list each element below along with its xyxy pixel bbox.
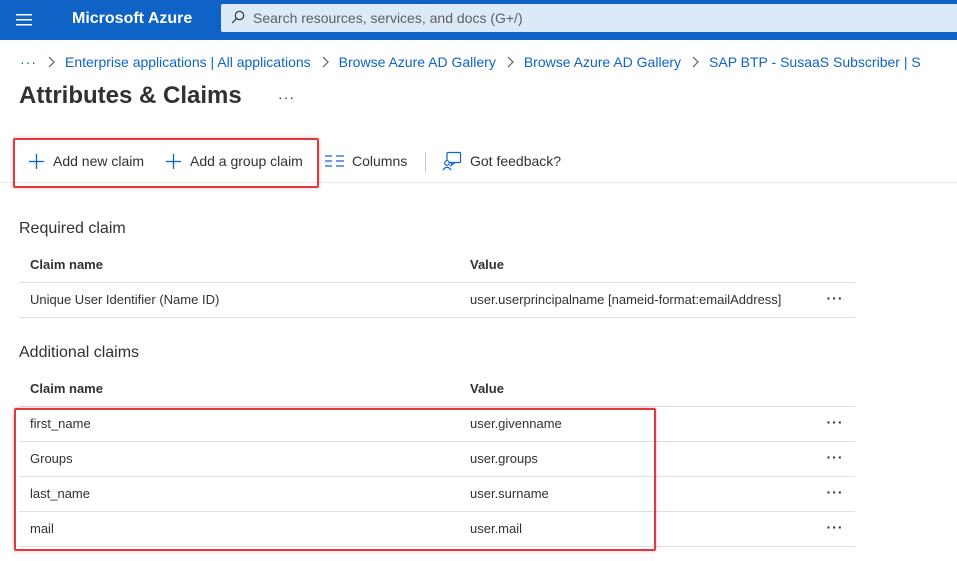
got-feedback-label: Got feedback? [470, 153, 562, 169]
table-row[interactable]: Groups user.groups ··· [19, 442, 855, 477]
hamburger-menu-button[interactable] [8, 6, 40, 34]
add-group-claim-button[interactable]: Add a group claim [165, 150, 303, 172]
table-row[interactable]: mail user.mail ··· [19, 512, 855, 547]
breadcrumb-item-enterprise-applications[interactable]: Enterprise applications | All applicatio… [65, 54, 311, 70]
claim-value-cell: user.givenname [470, 416, 562, 431]
search-box[interactable] [221, 4, 957, 32]
claim-name-cell: mail [30, 521, 54, 536]
required-claim-heading: Required claim [19, 220, 126, 237]
columns-label: Columns [352, 153, 408, 169]
columns-button[interactable]: Columns [325, 150, 407, 172]
chevron-right-icon [321, 56, 329, 68]
add-new-claim-button[interactable]: Add new claim [28, 150, 144, 172]
got-feedback-button[interactable]: Got feedback? [442, 150, 561, 172]
claim-value-cell: user.groups [470, 451, 538, 466]
toolbar-divider [425, 152, 426, 172]
plus-icon [29, 153, 44, 169]
claim-name-cell: Groups [30, 451, 73, 466]
claim-name-cell: Unique User Identifier (Name ID) [30, 292, 220, 307]
claim-value-cell: user.userprincipalname [nameid-format:em… [470, 292, 782, 307]
breadcrumb-item-sap-btp[interactable]: SAP BTP - SusaaS Subscriber | S [709, 54, 921, 70]
top-bar: Microsoft Azure [0, 0, 957, 40]
chevron-right-icon [47, 56, 55, 68]
breadcrumb: ··· Enterprise applications | All applic… [20, 53, 921, 71]
additional-claims-table: Claim name Value first_name user.givenna… [19, 371, 855, 547]
breadcrumb-item-gallery-2[interactable]: Browse Azure AD Gallery [524, 54, 681, 70]
breadcrumb-more[interactable]: ··· [20, 54, 37, 70]
claim-name-cell: last_name [30, 486, 90, 501]
table-row[interactable]: last_name user.surname ··· [19, 477, 855, 512]
page-more-button[interactable]: ··· [278, 89, 295, 105]
hamburger-icon [16, 14, 32, 26]
column-header-claim-name[interactable]: Claim name [30, 381, 103, 396]
table-row[interactable]: Unique User Identifier (Name ID) user.us… [19, 283, 855, 318]
add-group-claim-label: Add a group claim [190, 153, 303, 169]
column-header-claim-name[interactable]: Claim name [30, 257, 103, 272]
page-title: Attributes & Claims [19, 82, 242, 109]
table-row[interactable]: first_name user.givenname ··· [19, 407, 855, 442]
plus-icon [166, 153, 181, 169]
column-header-value[interactable]: Value [470, 381, 504, 396]
feedback-icon [442, 151, 462, 171]
chevron-right-icon [691, 56, 699, 68]
more-icon[interactable]: ··· [825, 482, 845, 502]
more-icon[interactable]: ··· [825, 447, 845, 467]
claim-value-cell: user.surname [470, 486, 549, 501]
columns-icon [325, 155, 344, 167]
required-claim-table: Claim name Value Unique User Identifier … [19, 247, 855, 318]
chevron-right-icon [506, 56, 514, 68]
column-header-value[interactable]: Value [470, 257, 504, 272]
additional-claims-heading: Additional claims [19, 344, 140, 361]
breadcrumb-item-gallery-1[interactable]: Browse Azure AD Gallery [339, 54, 496, 70]
table-header: Claim name Value [19, 247, 855, 283]
claim-value-cell: user.mail [470, 521, 523, 536]
more-icon[interactable]: ··· [825, 412, 845, 432]
table-header: Claim name Value [19, 371, 855, 407]
more-icon[interactable]: ··· [825, 517, 845, 537]
claim-name-cell: first_name [30, 416, 91, 431]
search-input[interactable] [253, 4, 943, 32]
brand-link[interactable]: Microsoft Azure [72, 10, 192, 28]
more-icon[interactable]: ··· [825, 288, 845, 308]
search-icon [231, 10, 245, 24]
add-new-claim-label: Add new claim [53, 153, 145, 169]
command-bar: Add new claim Add a group claim Columns … [0, 138, 957, 183]
